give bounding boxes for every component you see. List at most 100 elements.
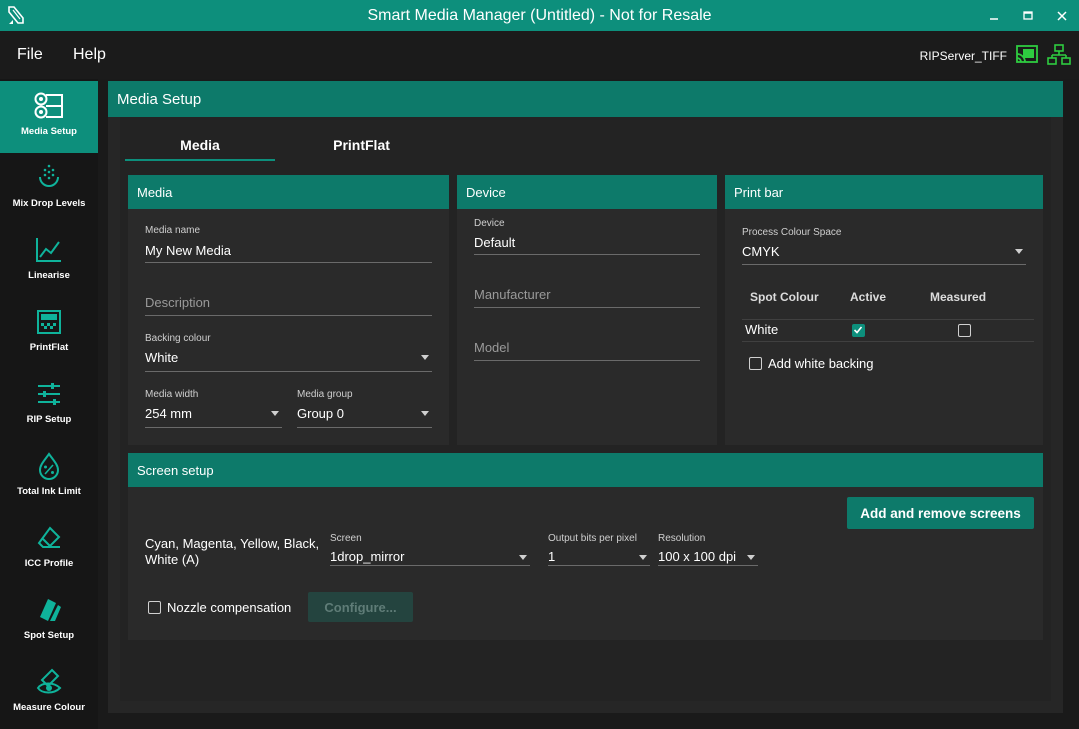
resolution-label: Resolution [658, 533, 706, 544]
sidebar-label: Measure Colour [13, 702, 85, 713]
media-width-label: Media width [145, 389, 199, 400]
screen-setup-header: Screen setup [128, 453, 1043, 487]
chevron-down-icon [519, 555, 527, 560]
media-width-select[interactable]: Media width 254 mm [145, 389, 282, 428]
description-placeholder: Description [145, 295, 211, 310]
menu-help[interactable]: Help [73, 46, 106, 64]
process-colour-space-label: Process Colour Space [742, 227, 842, 238]
menu-bar: File Help RIPServer_TIFF [0, 31, 1079, 79]
printflat-icon [37, 310, 61, 334]
sidebar-item-rip-setup[interactable]: RIP Setup [0, 369, 98, 441]
cast-connected-icon[interactable] [1015, 44, 1039, 66]
screen-value: 1drop_mirror [330, 549, 405, 564]
media-width-value: 254 mm [145, 406, 192, 421]
spot-colour-name: White [745, 322, 779, 337]
measured-checkbox[interactable] [958, 324, 971, 337]
print-bar-card-header: Print bar [725, 175, 1043, 209]
network-icon[interactable] [1047, 44, 1071, 66]
device-field[interactable]: Device Default [474, 218, 700, 255]
check-icon [853, 326, 863, 334]
process-colour-space-value: CMYK [742, 244, 780, 259]
close-button[interactable] [1045, 0, 1079, 31]
screen-channels-line2: White (A) [145, 552, 200, 567]
chevron-down-icon [271, 411, 279, 416]
screen-select[interactable]: Screen 1drop_mirror [330, 533, 530, 566]
output-bits-select[interactable]: Output bits per pixel 1 [548, 533, 650, 566]
device-value: Default [474, 235, 516, 250]
resolution-select[interactable]: Resolution 100 x 100 dpi [658, 533, 758, 566]
screen-setup-title: Screen setup [137, 463, 214, 478]
screen-label: Screen [330, 533, 362, 544]
chevron-down-icon [421, 355, 429, 360]
model-field[interactable]: Model [474, 338, 700, 361]
media-setup-icon [34, 92, 63, 119]
tab-printflat[interactable]: PrintFlat [290, 137, 433, 153]
maximize-button[interactable] [1011, 0, 1045, 31]
sidebar-label: PrintFlat [29, 342, 69, 353]
sidebar-item-printflat[interactable]: PrintFlat [0, 297, 98, 369]
output-bits-value: 1 [548, 549, 556, 564]
add-remove-screens-button[interactable]: Add and remove screens [847, 497, 1034, 529]
menu-file[interactable]: File [17, 46, 43, 64]
minimize-icon [990, 17, 998, 20]
device-card: Device Device Default Manufacturer Model [457, 175, 717, 445]
configure-button[interactable]: Configure... [308, 592, 413, 622]
sidebar-item-total-ink-limit[interactable]: Total Ink Limit [0, 441, 98, 513]
sidebar: Media Setup Mix Drop Levels Linearise Pr… [0, 79, 98, 729]
title-bar: Smart Media Manager (Untitled) - Not for… [0, 0, 1079, 31]
device-card-title: Device [466, 185, 506, 200]
media-group-select[interactable]: Media group Group 0 [297, 389, 432, 428]
screen-channels-line1: Cyan, Magenta, Yellow, Black, [145, 536, 320, 551]
chevron-down-icon [639, 555, 647, 560]
sidebar-item-icc-profile[interactable]: ICC Profile [0, 513, 98, 585]
eye-dropper-icon [36, 668, 62, 694]
tab-media[interactable]: Media [125, 137, 275, 153]
media-card: Media Media name My New Media Descriptio… [128, 175, 449, 445]
sidebar-item-spot-setup[interactable]: Spot Setup [0, 585, 98, 657]
chevron-down-icon [421, 411, 429, 416]
sidebar-item-linearise[interactable]: Linearise [0, 225, 98, 297]
close-icon [1057, 10, 1067, 21]
active-checkbox[interactable] [852, 324, 865, 337]
resolution-value: 100 x 100 dpi [658, 549, 737, 564]
process-colour-space-select[interactable]: Process Colour Space CMYK [742, 227, 1026, 265]
nozzle-compensation-checkbox[interactable] [148, 601, 161, 614]
drop-levels-icon [39, 164, 59, 187]
add-white-backing-label: Add white backing [768, 356, 874, 371]
sliders-icon [38, 383, 60, 405]
table-row: White [742, 320, 1034, 341]
description-field[interactable]: Description [145, 293, 432, 317]
col-active: Active [850, 290, 887, 304]
minimize-button[interactable] [977, 0, 1011, 31]
tab-active-indicator [125, 159, 275, 161]
maximize-icon [1023, 10, 1033, 20]
media-name-label: Media name [145, 225, 201, 236]
backing-colour-value: White [145, 350, 179, 365]
server-name: RIPServer_TIFF [919, 49, 1007, 63]
sidebar-label: Linearise [28, 270, 70, 281]
sidebar-label: RIP Setup [26, 414, 72, 425]
sidebar-label: ICC Profile [24, 558, 74, 569]
media-name-field[interactable]: Media name My New Media [145, 225, 432, 263]
chart-line-icon [36, 238, 61, 262]
manufacturer-field[interactable]: Manufacturer [474, 285, 700, 308]
device-card-header: Device [457, 175, 717, 209]
backing-colour-select[interactable]: Backing colour White [145, 333, 432, 372]
swatches-icon [40, 599, 61, 621]
sidebar-item-media-setup[interactable]: Media Setup [0, 81, 98, 153]
sidebar-label: Mix Drop Levels [12, 198, 86, 209]
backing-colour-label: Backing colour [145, 333, 211, 344]
sidebar-item-measure-colour[interactable]: Measure Colour [0, 657, 98, 729]
chevron-down-icon [1015, 249, 1023, 254]
media-card-title: Media [137, 185, 173, 200]
add-white-backing-checkbox[interactable] [749, 357, 762, 370]
media-name-value: My New Media [145, 243, 231, 258]
app-logo-icon [8, 6, 24, 24]
page-title: Media Setup [117, 91, 202, 108]
sidebar-label: Media Setup [21, 126, 77, 137]
main-header: Media Setup [108, 81, 1063, 117]
ink-drop-percent-icon [38, 452, 60, 480]
sidebar-label: Total Ink Limit [17, 486, 81, 497]
sidebar-item-mix-drop-levels[interactable]: Mix Drop Levels [0, 153, 98, 225]
sidebar-label: Spot Setup [23, 630, 75, 641]
